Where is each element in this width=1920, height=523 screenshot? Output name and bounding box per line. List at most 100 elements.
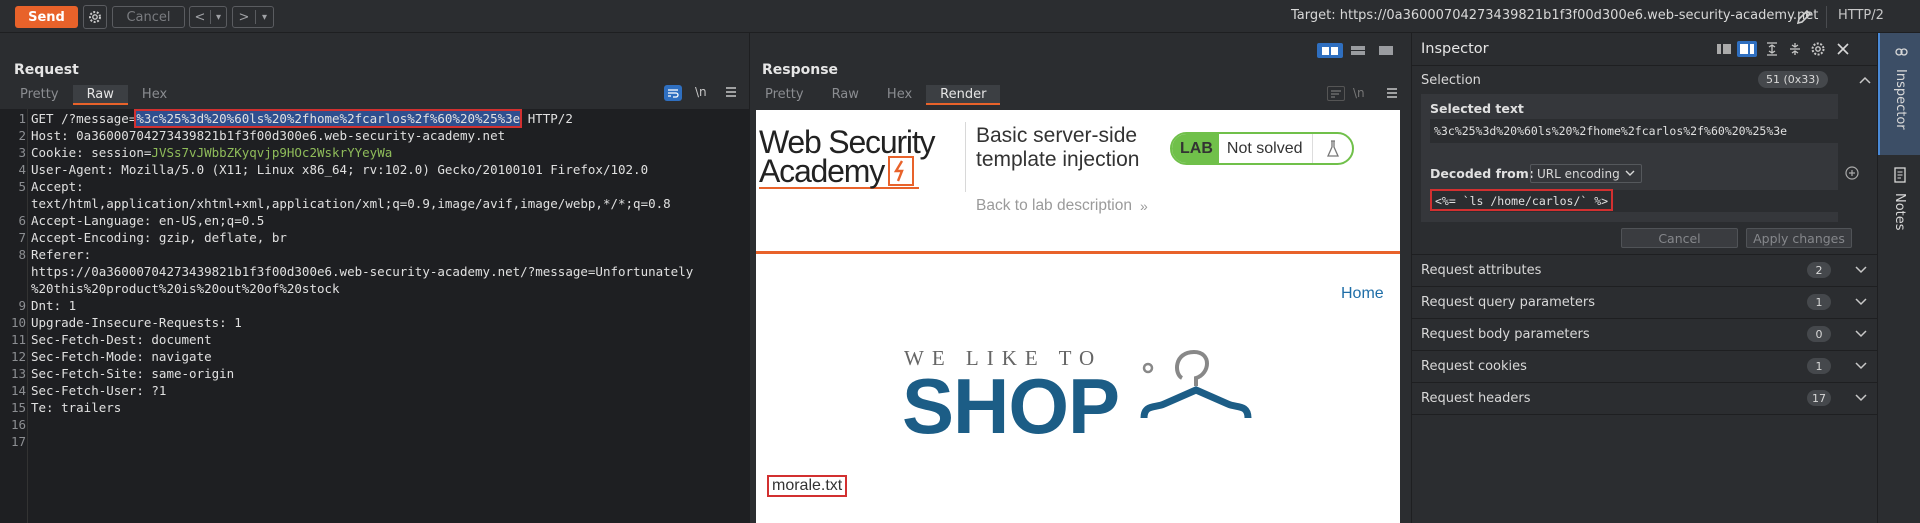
cookie-value: JVSs7vJWbbZKyqvjp9HOc2WskrYYeyWa [151,145,393,160]
line-number: 6 [18,213,26,228]
inspector-toolbar [1714,41,1757,57]
tab-hex[interactable]: Hex [873,85,926,105]
lab-status-text: Not solved [1226,139,1303,157]
inspector-section-request-headers[interactable]: Request headers 17 [1412,383,1877,414]
decoded-value-field[interactable]: <%= `ls /home/carlos/` %> [1430,189,1857,212]
hanger-icon [1140,349,1252,419]
expand-all-icon[interactable] [1764,41,1780,61]
code-line: Cookie: session=JVSs7vJWbbZKyqvjp9HOc2Ws… [31,145,392,160]
wsa-logo[interactable]: Web Security Academy [759,124,936,189]
tab-raw[interactable]: Raw [72,85,128,105]
line-number: 14 [10,383,26,398]
send-button[interactable]: Send [15,6,78,28]
line-number: 11 [10,332,26,347]
show-newlines-toggle[interactable]: \n [695,85,707,99]
lab-status-widget: LAB Not solved [1170,132,1354,165]
double-chevron-icon: » [1139,198,1148,214]
code-line: Sec-Fetch-Dest: document [31,332,212,347]
sidebar-tab-inspector[interactable]: Inspector [1878,33,1920,155]
decoded-value-text: <%= `ls /home/carlos/` %> [1430,189,1614,211]
back-link-text: Back to lab description [976,197,1132,214]
code-line: Sec-Fetch-Mode: navigate [31,349,212,364]
request-editor[interactable]: 1 GET /?message=%3c%25%3d%20%60ls%20%2fho… [0,109,750,523]
code-line: Te: trailers [31,400,122,415]
line-number: 2 [18,128,26,143]
target-url: Target: https://0a36000704273439821b1f3f… [1291,8,1819,23]
response-title: Response [762,62,839,78]
logo-line-1: Web Security [759,124,936,160]
forward-button[interactable]: > [233,10,255,25]
chevron-up-icon [1859,76,1871,84]
code-line: User-Agent: Mozilla/5.0 (X11; Linux x86_… [31,162,649,177]
orange-header-rule [756,251,1400,254]
layout-panel-icon[interactable] [1737,41,1757,57]
show-newlines-toggle[interactable]: \n [1353,86,1365,100]
tab-hex[interactable]: Hex [128,85,181,105]
sidebar-tab-notes[interactable]: Notes [1878,155,1920,265]
back-to-description-link[interactable]: Back to lab description » [976,197,1148,215]
notes-tab-label: Notes [1892,193,1907,231]
code-line: Referer: [31,247,92,262]
chevron-down-icon [1855,362,1867,370]
code-text: Cookie: session= [31,145,152,160]
selected-payload[interactable]: %3c%25%3d%20%60ls%20%2fhome%2fcarlos%2f%… [134,109,523,128]
chevron-down-icon [1855,266,1867,274]
line-number: 12 [10,349,26,364]
top-toolbar: Send Cancel < ▾ > ▾ Target: https://0a36… [0,0,1920,33]
decoding-select[interactable]: URL encoding [1530,164,1642,183]
edit-target-pencil-icon[interactable] [1794,7,1814,31]
line-number: 16 [10,417,26,432]
layout-list-icon[interactable] [1714,41,1734,57]
inspector-settings-gear-icon[interactable] [1810,41,1826,61]
logo-line-2-wrap: Academy [759,155,934,187]
lab-title-line-2: template injection [976,148,1140,171]
tab-pretty[interactable]: Pretty [751,85,818,105]
settings-gear-icon[interactable] [83,5,107,29]
cancel-button[interactable]: Cancel [112,6,185,28]
word-wrap-toggle-icon[interactable] [664,85,682,101]
code-line: Host: 0a36000704273439821b1f3f00d300e6.w… [31,128,506,143]
line-number: 1 [18,111,26,126]
tab-pretty[interactable]: Pretty [6,85,73,105]
cancel-button[interactable]: Cancel [1621,228,1738,248]
collapse-all-icon[interactable] [1787,41,1803,61]
layout-single-icon[interactable] [1373,43,1399,58]
lab-title: Basic server-side template injection [976,124,1139,172]
response-menu-icon[interactable] [1385,86,1399,104]
close-icon[interactable] [1835,41,1851,61]
decoded-card: Decoded from: URL encoding <%= `ls /home… [1421,161,1859,222]
selection-section-header[interactable]: Selection 51 (0x33) [1412,66,1877,94]
inspector-section-request-attributes[interactable]: Request attributes 2 [1412,255,1877,286]
inspector-tab-label: Inspector [1893,69,1908,130]
line-number: 3 [18,145,26,160]
layout-stacked-icon[interactable] [1345,43,1371,58]
add-decoding-plus-icon[interactable] [1844,165,1860,185]
logo-bolt-icon [888,156,914,186]
request-menu-icon[interactable] [724,85,738,103]
request-title: Request [14,62,79,78]
back-history-dropdown[interactable]: ▾ [211,12,226,23]
wrap-toggle-icon[interactable] [1327,86,1345,101]
tab-raw[interactable]: Raw [818,85,873,105]
inspector-section-request-query-parameters[interactable]: Request query parameters 1 [1412,287,1877,318]
selected-text-value[interactable]: %3c%25%3d%20%60ls%20%2fhome%2fcarlos%2f%… [1430,119,1853,143]
toolbar-divider [1826,6,1827,28]
back-button[interactable]: < [190,10,210,25]
selected-text-label: Selected text [1430,101,1524,116]
code-line: text/html,application/xhtml+xml,applicat… [31,196,671,211]
inspector-section-request-body-parameters[interactable]: Request body parameters 0 [1412,319,1877,350]
selection-count-badge: 51 (0x33) [1758,71,1828,88]
shop-wordmark: SHOP [902,362,1120,450]
line-number: 4 [18,162,26,177]
tab-render[interactable]: Render [926,85,1001,105]
lab-badge: LAB [1172,134,1219,163]
inspector-section-request-cookies[interactable]: Request cookies 1 [1412,351,1877,382]
forward-history-dropdown[interactable]: ▾ [256,12,273,23]
line-number: 10 [10,315,26,330]
section-count-badge: 1 [1807,294,1831,310]
protocol-label[interactable]: HTTP/2 [1838,8,1884,23]
inspector-title: Inspector [1421,41,1489,57]
home-link[interactable]: Home [1341,285,1384,303]
apply-changes-button[interactable]: Apply changes [1746,228,1852,248]
layout-side-by-side-icon[interactable] [1317,43,1343,58]
